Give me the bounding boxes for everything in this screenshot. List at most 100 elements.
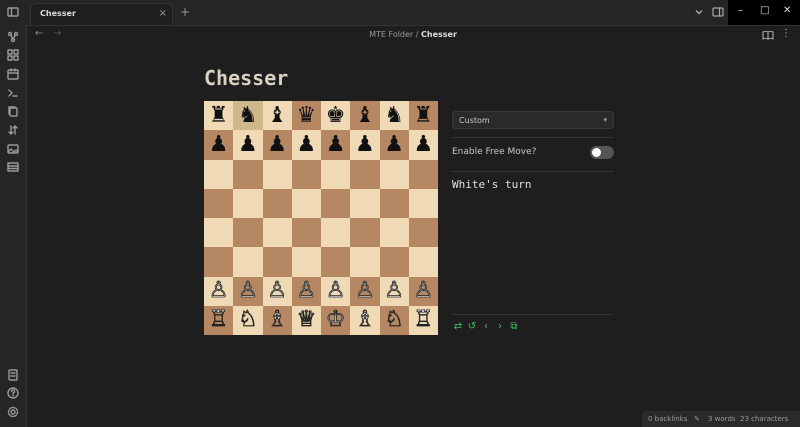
previous-move-icon[interactable]: ‹	[480, 320, 492, 332]
square-d6[interactable]	[291, 159, 321, 189]
square-c8[interactable]: ♝	[262, 101, 292, 131]
sidebar-toggle-icon[interactable]	[6, 5, 20, 19]
square-f2[interactable]: ♙	[350, 276, 380, 306]
square-e6[interactable]	[321, 159, 351, 189]
square-g2[interactable]: ♙	[379, 276, 409, 306]
next-move-icon[interactable]: ›	[494, 320, 506, 332]
square-a7[interactable]: ♟	[204, 130, 234, 160]
sort-icon[interactable]	[6, 123, 20, 137]
white-piece[interactable]: ♖	[413, 308, 434, 331]
black-piece[interactable]: ♞	[384, 104, 404, 127]
white-piece[interactable]: ♘	[238, 308, 259, 331]
black-piece[interactable]: ♝	[267, 104, 287, 127]
square-g1[interactable]: ♘	[379, 305, 409, 335]
reset-icon[interactable]: ↺	[466, 320, 478, 332]
square-b7[interactable]: ♟	[233, 130, 263, 160]
close-icon[interactable]: ×	[159, 8, 167, 19]
breadcrumb-current[interactable]: Chesser	[421, 30, 457, 39]
white-piece[interactable]: ♖	[208, 308, 229, 331]
square-f5[interactable]	[350, 188, 380, 218]
square-a6[interactable]	[204, 159, 234, 189]
square-g4[interactable]	[379, 218, 409, 248]
white-piece[interactable]: ♙	[238, 279, 259, 302]
grid-icon[interactable]	[6, 48, 20, 62]
square-a3[interactable]	[204, 247, 234, 277]
square-c1[interactable]: ♗	[262, 305, 292, 335]
black-piece[interactable]: ♛	[297, 104, 317, 127]
square-b6[interactable]	[233, 159, 263, 189]
chess-board[interactable]: ♜ ♞ ♝ ♛ ♚ ♝ ♞ ♜ ♟ ♟ ♟ ♟ ♟ ♟ ♟ ♟ ♙ ♙ ♙ ♙ ♙ ♙ ♙ ♙ ♖ ♘ ♗ ♕ ♔ ♗ ♘ ♖	[204, 101, 438, 335]
white-piece[interactable]: ♕	[296, 308, 317, 331]
square-g8[interactable]: ♞	[379, 101, 409, 131]
breadcrumb-folder[interactable]: MTE Folder	[369, 30, 413, 39]
help-icon[interactable]	[6, 386, 20, 400]
square-e3[interactable]	[321, 247, 351, 277]
square-b8[interactable]: ♞	[233, 101, 263, 131]
square-f3[interactable]	[350, 247, 380, 277]
square-c6[interactable]	[262, 159, 292, 189]
white-piece[interactable]: ♘	[384, 308, 405, 331]
square-b2[interactable]: ♙	[233, 276, 263, 306]
square-e5[interactable]	[321, 188, 351, 218]
backlinks-count[interactable]: 0 backlinks	[648, 415, 687, 423]
white-piece[interactable]: ♙	[325, 279, 346, 302]
square-d7[interactable]: ♟	[291, 130, 321, 160]
black-piece[interactable]: ♝	[355, 104, 375, 127]
minimize-button[interactable]: –	[738, 5, 743, 16]
new-tab-icon[interactable]: +	[180, 5, 190, 19]
square-a8[interactable]: ♜	[204, 101, 234, 131]
graph-icon[interactable]	[6, 30, 20, 44]
book-open-icon[interactable]	[762, 29, 774, 41]
square-c2[interactable]: ♙	[262, 276, 292, 306]
square-h5[interactable]	[408, 188, 438, 218]
white-piece[interactable]: ♙	[296, 279, 317, 302]
square-h2[interactable]: ♙	[408, 276, 438, 306]
calendar-icon[interactable]	[6, 67, 20, 81]
black-piece[interactable]: ♚	[326, 104, 346, 127]
black-piece[interactable]: ♟	[414, 133, 434, 156]
black-piece[interactable]: ♟	[355, 133, 375, 156]
square-h8[interactable]: ♜	[408, 101, 438, 131]
black-piece[interactable]: ♜	[209, 104, 229, 127]
white-piece[interactable]: ♙	[208, 279, 229, 302]
white-piece[interactable]: ♙	[413, 279, 434, 302]
square-f8[interactable]: ♝	[350, 101, 380, 131]
white-piece[interactable]: ♗	[355, 308, 376, 331]
square-d3[interactable]	[291, 247, 321, 277]
square-g6[interactable]	[379, 159, 409, 189]
terminal-icon[interactable]	[6, 86, 20, 100]
square-d2[interactable]: ♙	[291, 276, 321, 306]
square-c5[interactable]	[262, 188, 292, 218]
vault-icon[interactable]	[6, 368, 20, 382]
square-b1[interactable]: ♘	[233, 305, 263, 335]
square-f1[interactable]: ♗	[350, 305, 380, 335]
right-sidebar-toggle-icon[interactable]	[712, 6, 724, 18]
white-piece[interactable]: ♙	[384, 279, 405, 302]
square-e8[interactable]: ♚	[321, 101, 351, 131]
square-e7[interactable]: ♟	[321, 130, 351, 160]
square-a5[interactable]	[204, 188, 234, 218]
chevron-down-icon[interactable]	[693, 6, 705, 18]
square-f7[interactable]: ♟	[350, 130, 380, 160]
square-h4[interactable]	[408, 218, 438, 248]
black-piece[interactable]: ♟	[297, 133, 317, 156]
copy-icon[interactable]	[6, 104, 20, 118]
square-d4[interactable]	[291, 218, 321, 248]
square-h7[interactable]: ♟	[408, 130, 438, 160]
square-d5[interactable]	[291, 188, 321, 218]
white-piece[interactable]: ♔	[325, 308, 346, 331]
window-close-button[interactable]: ✕	[783, 5, 791, 16]
black-piece[interactable]: ♟	[384, 133, 404, 156]
white-piece[interactable]: ♙	[355, 279, 376, 302]
square-h6[interactable]	[408, 159, 438, 189]
square-g7[interactable]: ♟	[379, 130, 409, 160]
white-piece[interactable]: ♙	[267, 279, 288, 302]
black-piece[interactable]: ♟	[267, 133, 287, 156]
square-b4[interactable]	[233, 218, 263, 248]
square-g3[interactable]	[379, 247, 409, 277]
maximize-button[interactable]: □	[760, 5, 769, 16]
square-a2[interactable]: ♙	[204, 276, 234, 306]
black-piece[interactable]: ♟	[238, 133, 258, 156]
more-options-icon[interactable]: ⋮	[781, 28, 791, 39]
square-h1[interactable]: ♖	[408, 305, 438, 335]
